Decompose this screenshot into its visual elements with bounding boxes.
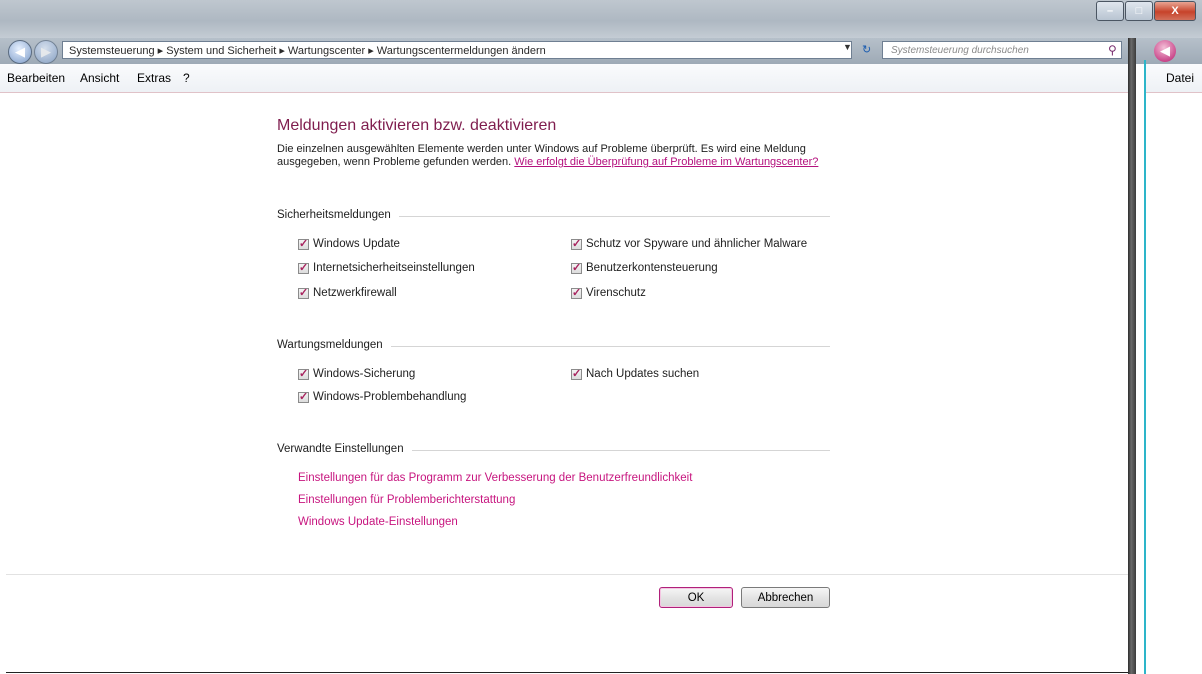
link-customer-experience-settings[interactable]: Einstellungen für das Programm zur Verbe… <box>298 472 692 484</box>
forward-arrow-icon: ▶ <box>41 44 51 59</box>
checkbox-internet-security[interactable]: Internetsicherheitseinstellungen <box>298 261 475 274</box>
close-button[interactable]: X <box>1154 1 1196 21</box>
refresh-icon[interactable]: ↻ <box>862 43 871 56</box>
search-icon[interactable]: ⚲ <box>1108 43 1117 57</box>
back-button[interactable]: ◀ <box>8 40 32 64</box>
menu-bearbeiten[interactable]: Bearbeiten <box>7 71 65 85</box>
search-input[interactable]: Systemsteuerung durchsuchen <box>882 41 1122 59</box>
adjacent-back-icon[interactable]: ◀ <box>1154 40 1176 62</box>
checkbox-label: Virenschutz <box>586 287 646 299</box>
checkbox-virus-protection[interactable]: Virenschutz <box>571 286 646 299</box>
section-title: Verwandte Einstellungen <box>277 443 412 455</box>
page-description: Die einzelnen ausgewählten Elemente werd… <box>277 143 827 169</box>
checkbox-spyware-protection[interactable]: Schutz vor Spyware und ähnlicher Malware <box>571 237 808 250</box>
checkbox-checked-icon[interactable] <box>298 367 309 380</box>
menu-ansicht[interactable]: Ansicht <box>80 71 119 85</box>
checkbox-checked-icon[interactable] <box>571 261 582 274</box>
checkbox-checked-icon[interactable] <box>571 237 582 250</box>
footer-divider <box>6 574 1128 575</box>
ok-button[interactable]: OK <box>659 587 733 608</box>
checkbox-checked-icon[interactable] <box>298 261 309 274</box>
bottom-border <box>6 672 1128 673</box>
checkbox-label: Netzwerkfirewall <box>313 287 397 299</box>
checkbox-label: Windows-Problembehandlung <box>313 391 467 403</box>
checkbox-checked-icon[interactable] <box>571 286 582 299</box>
checkbox-check-for-updates[interactable]: Nach Updates suchen <box>571 367 700 380</box>
menu-datei[interactable]: Datei <box>1166 71 1194 85</box>
link-windows-update-settings[interactable]: Windows Update-Einstellungen <box>298 516 458 528</box>
checkbox-label: Benutzerkontensteuerung <box>586 262 718 274</box>
window-edge-line <box>1144 60 1146 674</box>
help-link[interactable]: Wie erfolgt die Überprüfung auf Probleme… <box>514 156 818 168</box>
checkbox-checked-icon[interactable] <box>298 237 309 250</box>
checkbox-checked-icon[interactable] <box>298 286 309 299</box>
checkbox-windows-update[interactable]: Windows Update <box>298 237 400 250</box>
menu-extras[interactable]: Extras <box>137 71 171 85</box>
back-arrow-icon: ◀ <box>15 44 25 59</box>
window-titlebar: – □ X <box>0 0 1202 38</box>
checkbox-label: Windows Update <box>313 238 400 250</box>
address-toolbar: ◀ ▶ Systemsteuerung ▸ System und Sicherh… <box>0 38 1202 64</box>
page-title: Meldungen aktivieren bzw. deaktivieren <box>277 117 557 134</box>
menu-bar: Bearbeiten Ansicht Extras ? <box>0 64 1128 93</box>
section-title: Sicherheitsmeldungen <box>277 209 399 221</box>
forward-button[interactable]: ▶ <box>34 40 58 64</box>
checkbox-checked-icon[interactable] <box>298 390 309 403</box>
section-title: Wartungsmeldungen <box>277 339 391 351</box>
link-problem-reporting-settings[interactable]: Einstellungen für Problemberichterstattu… <box>298 494 515 506</box>
checkbox-user-account-control[interactable]: Benutzerkontensteuerung <box>571 261 718 274</box>
menu-help[interactable]: ? <box>183 71 190 85</box>
cancel-button[interactable]: Abbrechen <box>741 587 830 608</box>
window-border <box>1128 38 1136 674</box>
minimize-button[interactable]: – <box>1096 1 1124 21</box>
checkbox-windows-backup[interactable]: Windows-Sicherung <box>298 367 416 380</box>
checkbox-label: Windows-Sicherung <box>313 368 416 380</box>
security-section-header: Sicherheitsmeldungen <box>277 209 830 223</box>
adjacent-window <box>1128 38 1202 674</box>
maintenance-section-header: Wartungsmeldungen <box>277 339 830 353</box>
checkbox-checked-icon[interactable] <box>571 367 582 380</box>
address-dropdown-icon[interactable]: ▼ <box>843 42 852 52</box>
related-section-header: Verwandte Einstellungen <box>277 443 830 457</box>
window-controls: – □ X <box>1095 1 1196 21</box>
maximize-button[interactable]: □ <box>1125 1 1153 21</box>
checkbox-network-firewall[interactable]: Netzwerkfirewall <box>298 286 397 299</box>
checkbox-label: Schutz vor Spyware und ähnlicher Malware <box>586 238 808 250</box>
checkbox-troubleshooting[interactable]: Windows-Problembehandlung <box>298 390 467 403</box>
checkbox-label: Nach Updates suchen <box>586 368 700 380</box>
checkbox-label: Internetsicherheitseinstellungen <box>313 262 475 274</box>
address-bar[interactable]: Systemsteuerung ▸ System und Sicherheit … <box>62 41 852 59</box>
